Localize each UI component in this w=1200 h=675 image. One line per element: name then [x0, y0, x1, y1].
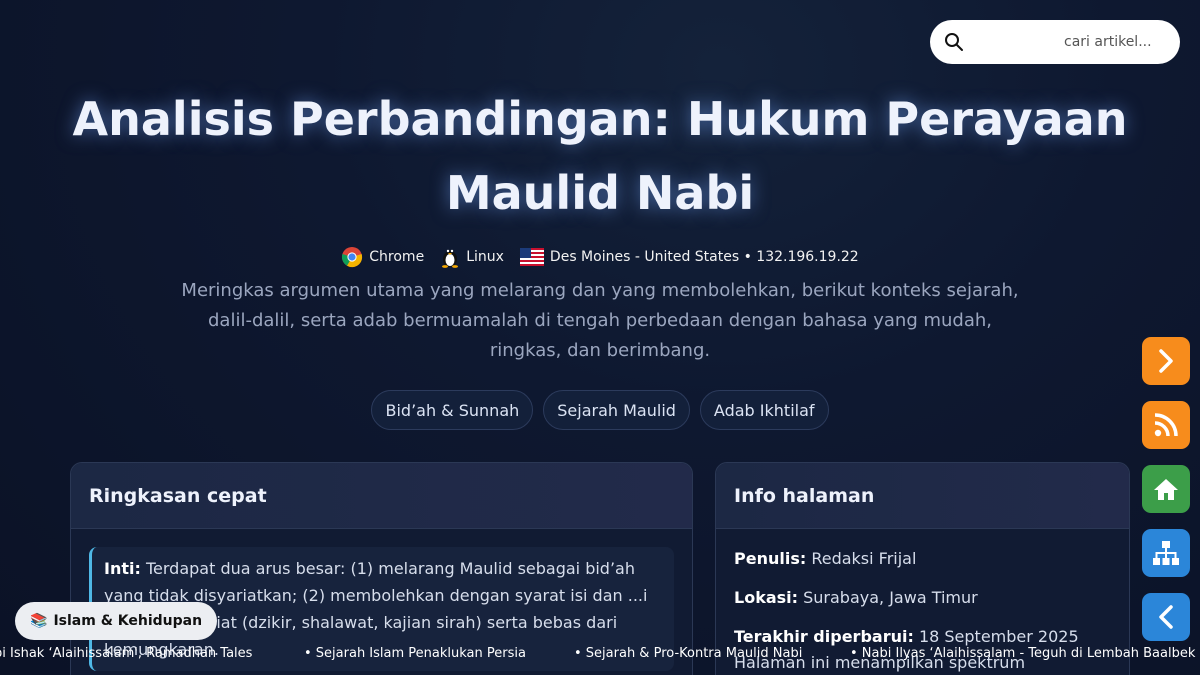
us-flag-icon — [519, 248, 544, 266]
next-button[interactable] — [1142, 337, 1190, 385]
sitemap-button[interactable] — [1142, 529, 1190, 577]
ticker-item[interactable]: • Sejarah & Pro-Kontra Maulid Nabi — [574, 646, 802, 661]
page-title: Analisis Perbandingan: Hukum Perayaan Ma… — [72, 92, 1128, 220]
location-row-label: Lokasi: — [734, 588, 799, 607]
os-label: Linux — [466, 249, 504, 265]
location-label: Des Moines - United States • 132.196.19.… — [549, 249, 859, 265]
search-input[interactable]: cari artikel... — [1064, 34, 1152, 50]
author-row: Penulis: Redaksi Frijal — [734, 547, 1111, 571]
search-icon[interactable] — [944, 32, 964, 52]
chevron-left-icon — [1159, 605, 1173, 629]
tag-bidah-sunnah[interactable]: Bid’ah & Sunnah — [371, 390, 534, 430]
tag-adab-ikhtilaf[interactable]: Adab Ikhtilaf — [699, 390, 829, 430]
chevron-right-icon — [1159, 349, 1173, 373]
linux-icon — [442, 249, 459, 268]
category-badge[interactable]: 📚 Islam & Kehidupan — [15, 602, 218, 640]
ticker-item[interactable]: • Nabi Ilyas ‘Alaihissalam - Teguh di Le… — [850, 646, 1195, 661]
rss-button[interactable] — [1142, 401, 1190, 449]
category-label: Islam & Kehidupan — [53, 613, 203, 629]
news-ticker: bi Ishak ‘Alaihissalam', Ramadhan Tales … — [0, 642, 1200, 666]
summary-card-title: Ringkasan cepat — [71, 463, 692, 529]
books-icon: 📚 — [30, 613, 48, 629]
author-value: Redaksi Frijal — [806, 549, 917, 568]
chrome-icon — [342, 247, 363, 268]
summary-lead: Inti: — [104, 559, 141, 578]
search-box[interactable]: cari artikel... — [930, 20, 1180, 64]
tag-sejarah-maulid[interactable]: Sejarah Maulid — [543, 390, 690, 430]
location-row: Lokasi: Surabaya, Jawa Timur — [734, 586, 1111, 610]
info-card-title: Info halaman — [716, 463, 1129, 529]
location-value: Surabaya, Jawa Timur — [798, 588, 978, 607]
author-label: Penulis: — [734, 549, 807, 568]
page-description: Meringkas argumen utama yang melarang da… — [181, 280, 1019, 361]
sitemap-icon — [1153, 541, 1179, 565]
rss-icon — [1154, 413, 1178, 437]
ticker-item[interactable]: • Sejarah Islam Penaklukan Persia — [304, 646, 526, 661]
home-button[interactable] — [1142, 465, 1190, 513]
ticker-item[interactable]: bi Ishak ‘Alaihissalam', Ramadhan Tales — [0, 646, 252, 661]
browser-label: Chrome — [369, 249, 425, 265]
home-icon — [1154, 479, 1178, 500]
visitor-meta: Chrome Linux Des Moines - United States … — [0, 246, 1200, 268]
back-button[interactable] — [1142, 593, 1190, 641]
tag-list: Bid’ah & Sunnah Sejarah Maulid Adab Ikht… — [0, 390, 1200, 430]
